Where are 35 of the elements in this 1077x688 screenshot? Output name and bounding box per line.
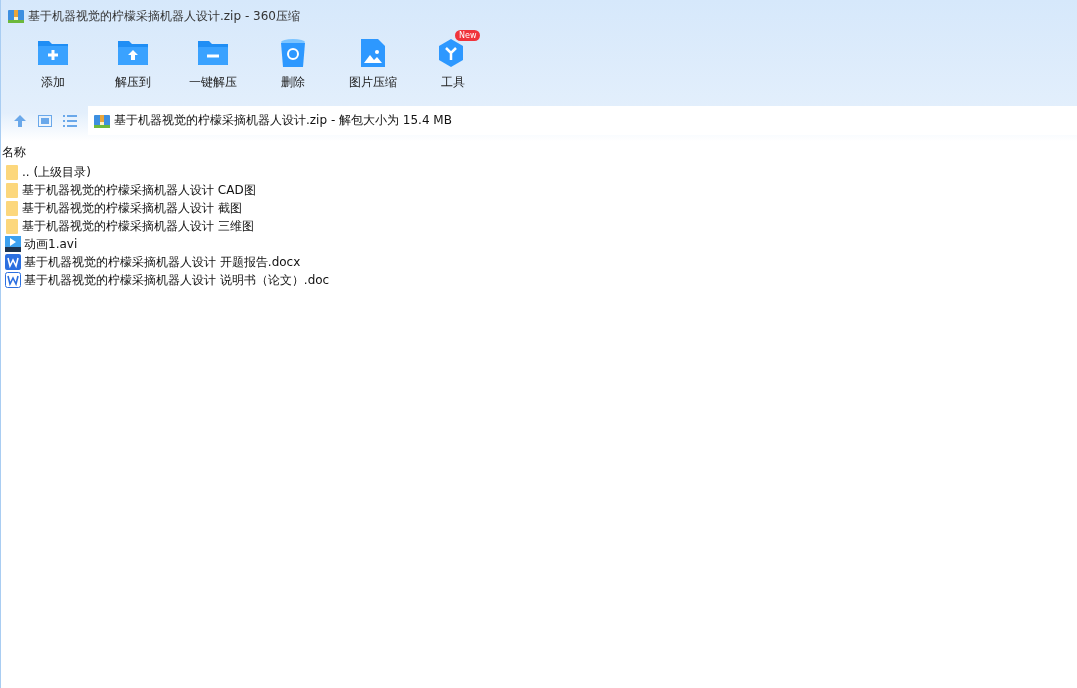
file-name[interactable]: 基于机器视觉的柠檬采摘机器人设计 截图 — [22, 199, 242, 217]
file-name[interactable]: 动画1.avi — [24, 235, 78, 253]
folder-minus-icon — [196, 39, 230, 67]
toolbar-button[interactable]: New 工具 — [413, 32, 493, 104]
file-name[interactable]: 基于机器视觉的柠檬采摘机器人设计 开题报告.docx — [24, 253, 301, 271]
column-header[interactable]: 名称 — [2, 143, 26, 161]
image-file-icon — [360, 38, 386, 68]
archive-path: 基于机器视觉的柠檬采摘机器人设计.zip - 解包大小为 15.4 MB — [114, 112, 452, 129]
word-document-icon — [5, 272, 21, 288]
folder-icon — [5, 182, 19, 198]
word-document-icon — [5, 254, 21, 270]
toolbar-button[interactable]: 删除 — [253, 32, 333, 104]
folder-plus-icon — [36, 39, 70, 67]
folder-icon — [5, 164, 19, 180]
panel-view-icon[interactable] — [38, 114, 52, 127]
toolbar-button[interactable]: 一键解压 — [173, 32, 253, 104]
archive-icon — [94, 112, 110, 129]
address-bar[interactable]: 基于机器视觉的柠檬采摘机器人设计.zip - 解包大小为 15.4 MB — [88, 106, 1077, 135]
folder-upload-icon — [116, 39, 150, 67]
folder-icon — [5, 200, 19, 216]
toolbar-button[interactable]: 图片压缩 — [333, 32, 413, 104]
window-title: 基于机器视觉的柠檬采摘机器人设计.zip - 360压缩 — [28, 7, 300, 25]
video-file-icon — [5, 236, 21, 252]
recycle-bin-icon — [280, 38, 306, 68]
list-view-icon[interactable] — [63, 114, 77, 127]
new-badge: New — [455, 30, 481, 41]
file-name[interactable]: .. (上级目录) — [22, 163, 91, 181]
file-name[interactable]: 基于机器视觉的柠檬采摘机器人设计 说明书（论文）.doc — [24, 271, 330, 289]
file-name[interactable]: 基于机器视觉的柠檬采摘机器人设计 CAD图 — [22, 181, 256, 199]
folder-icon — [5, 218, 19, 234]
up-arrow-icon[interactable] — [13, 113, 27, 128]
toolbar-button[interactable]: 解压到 — [93, 32, 173, 104]
archive-icon — [8, 8, 24, 24]
toolbar-button[interactable]: 添加 — [13, 32, 93, 104]
file-name[interactable]: 基于机器视觉的柠檬采摘机器人设计 三维图 — [22, 217, 254, 235]
